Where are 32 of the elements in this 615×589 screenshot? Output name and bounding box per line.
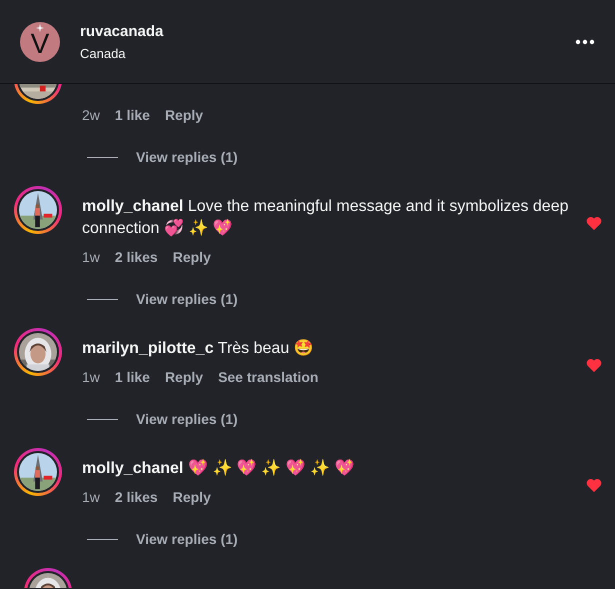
more-options-icon[interactable] <box>575 38 595 44</box>
likes-count[interactable]: 1 like <box>114 107 150 123</box>
story-ring[interactable] <box>14 448 62 496</box>
heart-icon[interactable] <box>586 358 602 373</box>
see-translation-link[interactable]: See translation <box>218 369 318 385</box>
comment-text: molly_chanel Love the meaningful message and it symbolizes deep connection 💞 ✨ 💖 <box>82 197 570 239</box>
reply-link[interactable]: Reply <box>164 107 204 123</box>
location-label[interactable]: Canada <box>80 46 575 60</box>
comment-text: molly_chanel 💖 ✨ 💖 ✨ 💖 ✨ 💖 <box>82 458 356 479</box>
likes-count[interactable]: 2 likes <box>114 489 158 505</box>
heart-icon[interactable] <box>586 216 602 231</box>
sparkle-icon <box>36 24 44 32</box>
view-replies-link[interactable]: View replies (1) <box>136 531 238 547</box>
likes-count[interactable]: 1 like <box>114 369 150 385</box>
account-avatar[interactable]: V <box>20 22 60 62</box>
logo-letter: V <box>30 30 50 58</box>
comment-time: 1w <box>82 249 100 265</box>
comment-time: 1w <box>82 489 100 505</box>
reply-link[interactable]: Reply <box>172 249 211 265</box>
likes-count[interactable]: 2 likes <box>114 249 158 265</box>
heart-icon[interactable] <box>586 478 602 493</box>
view-replies-link[interactable]: View replies (1) <box>136 411 238 427</box>
story-ring[interactable] <box>14 328 62 376</box>
comment-time: 1w <box>82 369 100 385</box>
view-replies-link[interactable]: View replies (1) <box>136 149 238 165</box>
comment-text: marilyn_pilotte_c Très beau 🤩 <box>82 338 315 359</box>
reply-link[interactable]: Reply <box>172 489 211 505</box>
reply-link[interactable]: Reply <box>164 369 204 385</box>
view-replies-link[interactable]: View replies (1) <box>136 291 238 307</box>
comment-time: 2w <box>82 107 100 123</box>
account-name[interactable]: ruvacanada <box>80 22 575 40</box>
story-ring[interactable] <box>14 186 62 234</box>
